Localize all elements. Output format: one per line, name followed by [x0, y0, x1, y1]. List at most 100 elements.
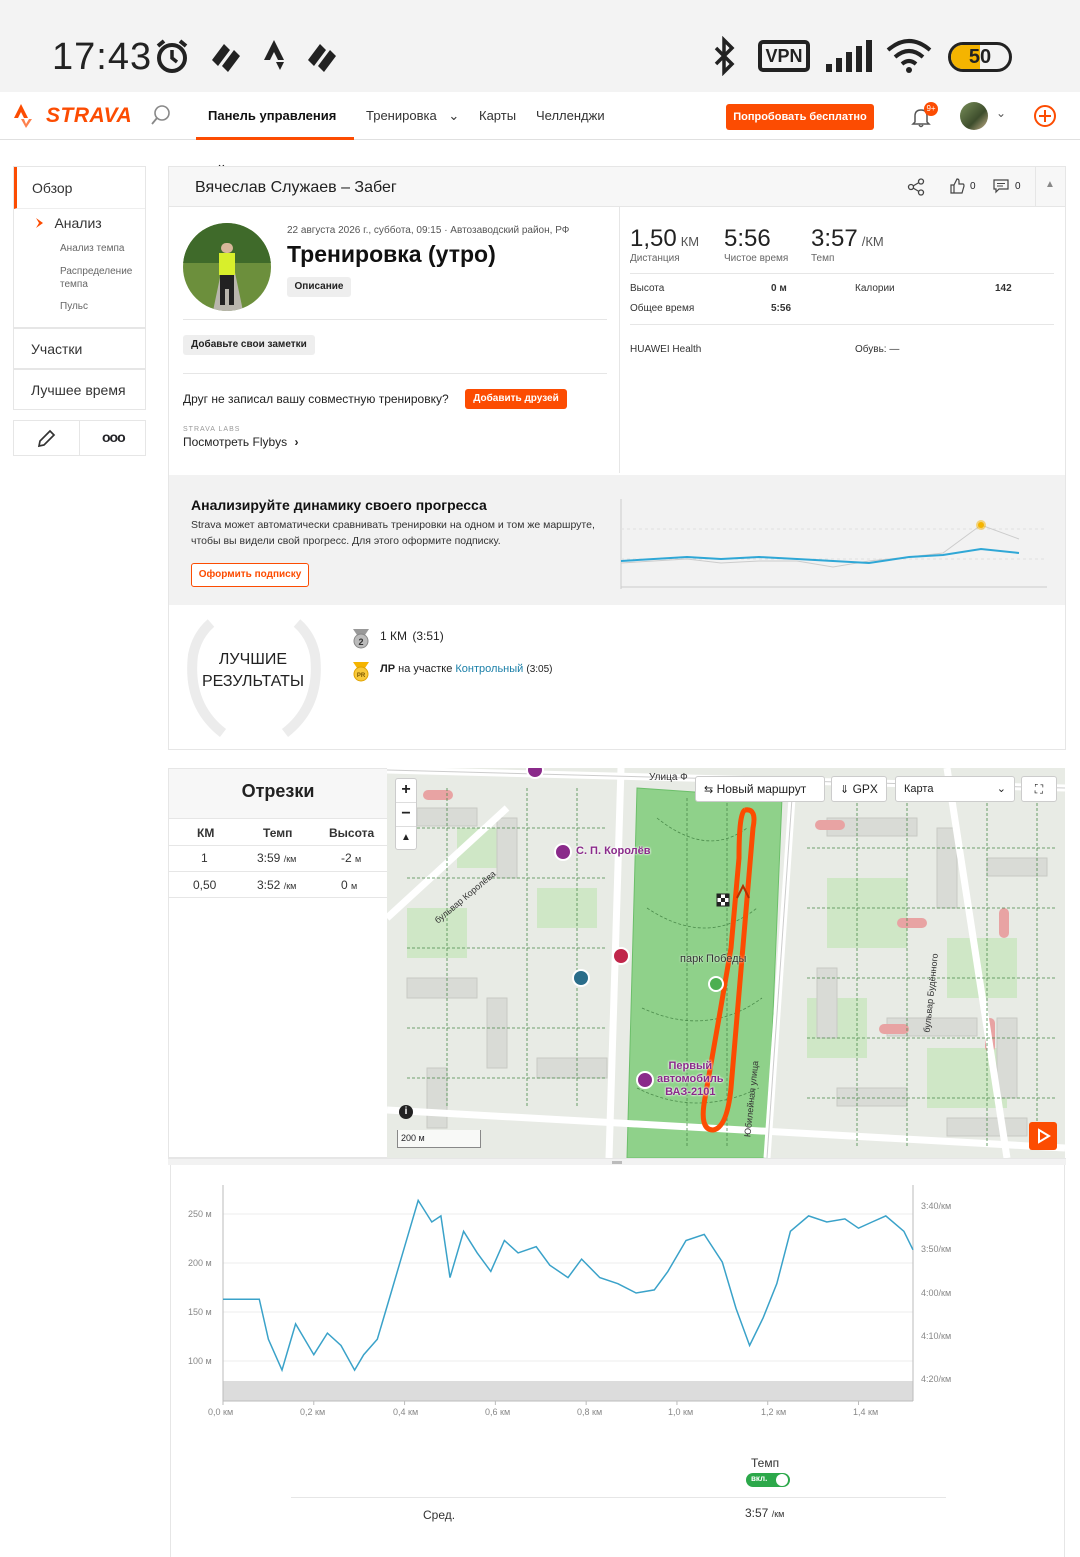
- add-plus-icon[interactable]: [1033, 104, 1057, 128]
- activity-header: Вячеслав Служаев – Забег 0 0 ▲: [169, 167, 1065, 207]
- promo-title: Анализируйте динамику своего прогресса: [191, 497, 487, 513]
- download-icon: ⇓: [840, 784, 850, 796]
- info-icon[interactable]: i: [399, 1105, 413, 1119]
- search-icon[interactable]: [150, 104, 172, 126]
- elapsed-time-value: 5:56: [771, 303, 792, 314]
- battery-indicator: 50: [948, 42, 1012, 72]
- kudos-thumb-icon[interactable]: [949, 178, 965, 194]
- more-options-icon[interactable]: ooo: [102, 429, 126, 445]
- nav-dashboard[interactable]: Панель управления ⌄: [196, 92, 354, 171]
- sidebar-item-analysis[interactable]: Анализ: [34, 215, 102, 233]
- strava-notification-icon: [264, 40, 284, 70]
- chevron-down-icon[interactable]: ⌄: [996, 106, 1006, 120]
- vpn-indicator: VPN: [758, 40, 810, 72]
- user-avatar[interactable]: [960, 102, 988, 130]
- average-pace-value: 3:57 /км: [745, 1506, 785, 1520]
- stat-moving-time: 5:56 Чистое время: [724, 225, 789, 264]
- subscribe-button[interactable]: Оформить подписку: [191, 563, 309, 587]
- status-bar: 17:43 VPN 50: [0, 0, 1080, 92]
- promo-text: Strava может автоматически сравнивать тр…: [191, 519, 595, 547]
- pace-toggle-switch[interactable]: вкл.: [746, 1473, 790, 1487]
- wifi-icon: [886, 39, 932, 73]
- comments-count: 0: [1015, 181, 1021, 192]
- sidebar-item-best-time[interactable]: Лучшее время: [13, 369, 146, 410]
- map-poi-korolev[interactable]: С. П. Королёв: [576, 845, 651, 857]
- map-poi-vaz[interactable]: Первый автомобиль ВАЗ-2101: [657, 1060, 724, 1099]
- description-button[interactable]: Описание: [287, 277, 351, 297]
- elevation-value: 0 м: [771, 283, 787, 294]
- comment-icon[interactable]: [993, 179, 1009, 194]
- shoes-info: Обувь: —: [855, 344, 900, 355]
- x-tick-06: 0,6 км: [485, 1407, 511, 1417]
- gpx-download-button[interactable]: ⇓ GPX: [831, 776, 887, 802]
- map-chart-divider[interactable]: [168, 1158, 1066, 1165]
- sidebar-item-pace-analysis[interactable]: Анализ темпа: [60, 243, 124, 254]
- y-right-tick-400: 4:00/км: [921, 1288, 952, 1298]
- add-notes-button[interactable]: Добавьте свои заметки: [183, 335, 315, 355]
- splits-header-pace: Темп: [263, 826, 293, 840]
- route-icon: ⇆: [704, 784, 714, 796]
- alarm-icon: [156, 39, 188, 73]
- elevation-label: Высота: [630, 283, 665, 294]
- flyover-play-button[interactable]: [1029, 1122, 1057, 1150]
- fullscreen-icon: ⛶: [1034, 782, 1044, 796]
- friend-prompt-text: Друг не записал вашу совместную трениров…: [183, 392, 449, 406]
- subscription-promo: Анализируйте динамику своего прогресса S…: [169, 475, 1065, 605]
- segment-link[interactable]: Контрольный: [455, 663, 523, 675]
- split-2-elev: 0 м: [341, 878, 358, 892]
- calories-label: Калории: [855, 283, 895, 294]
- chevron-down-icon: ⌄: [448, 108, 460, 123]
- flybys-link[interactable]: Посмотреть Flybys ›: [183, 435, 299, 449]
- sidebar-item-overview[interactable]: Обзор: [14, 167, 145, 209]
- splits-panel: Отрезки КМ Темп Высота 1 3:59 /км -2 м 0…: [168, 768, 387, 1158]
- zoom-in-button[interactable]: +: [396, 779, 416, 803]
- strava-logo[interactable]: STRAVA: [14, 102, 132, 130]
- new-route-button[interactable]: ⇆ Новый маршрут: [695, 776, 825, 802]
- map-layer-select[interactable]: Карта ⌄: [895, 776, 1015, 802]
- bluetooth-icon: [714, 36, 735, 76]
- zoom-out-button[interactable]: −: [396, 803, 416, 827]
- sidebar-nav: Обзор Анализ Анализ темпа Распределение …: [13, 166, 146, 328]
- best-result-pr: ЛР на участке Контрольный (3:05): [380, 663, 553, 675]
- try-free-button[interactable]: Попробовать бесплатно: [726, 104, 874, 130]
- compass-icon[interactable]: ▲: [396, 827, 416, 849]
- best-result-1km[interactable]: 1 КМ (3:51): [380, 629, 444, 643]
- route-map[interactable]: С. П. Королёв Первый автомобиль ВАЗ-2101 п…: [387, 768, 1065, 1158]
- y-right-tick-350: 3:50/км: [921, 1244, 952, 1254]
- medal-silver-icon: 2: [353, 629, 369, 649]
- share-icon[interactable]: [907, 178, 925, 196]
- nav-maps[interactable]: Карты: [479, 92, 516, 140]
- split-2-pace: 3:52 /км: [257, 878, 297, 892]
- best-results-title: ЛУЧШИЕ РЕЗУЛЬТАТЫ: [201, 651, 305, 690]
- elapsed-time-label: Общее время: [630, 303, 695, 314]
- device-name: HUAWEI Health: [630, 344, 702, 355]
- svg-text:2: 2: [358, 637, 363, 647]
- x-tick-04: 0,4 км: [393, 1407, 419, 1417]
- clock: 17:43: [52, 36, 153, 78]
- signal-icon: [826, 40, 872, 72]
- add-friends-button[interactable]: Добавить друзей: [465, 389, 567, 409]
- sidebar-item-pace-distribution[interactable]: Распределение темпа: [60, 265, 144, 291]
- y-left-tick-200: 200 м: [188, 1258, 212, 1268]
- sidebar-item-heartrate[interactable]: Пульс: [60, 301, 88, 312]
- strava-notification-icon: [212, 44, 240, 72]
- pr-gold-icon: PR: [353, 662, 369, 682]
- sidebar-actions: ooo: [13, 420, 146, 456]
- y-right-tick-340: 3:40/км: [921, 1201, 952, 1211]
- map-scale: 200 м: [397, 1130, 481, 1148]
- nav-challenges[interactable]: Челленджи: [536, 92, 605, 140]
- x-tick-08: 0,8 км: [577, 1407, 603, 1417]
- strava-labs-label: STRAVA LABS: [183, 426, 241, 433]
- elevation-pace-chart: 250 м 200 м 150 м 100 м 3:40/км 3:50/км …: [170, 1165, 1065, 1557]
- sidebar-item-segments[interactable]: Участки: [13, 328, 146, 369]
- stat-distance: 1,50 КМ Дистанция: [630, 225, 700, 264]
- collapse-up-icon[interactable]: ▲: [1045, 179, 1055, 190]
- pace-toggle-label: Темп: [751, 1456, 780, 1470]
- map-label-park: парк Победы: [680, 953, 747, 965]
- y-left-tick-100: 100 м: [188, 1356, 212, 1366]
- edit-pencil-icon[interactable]: [36, 429, 58, 449]
- athlete-avatar[interactable]: [183, 223, 271, 311]
- fullscreen-button[interactable]: ⛶: [1021, 776, 1057, 802]
- progress-preview-chart: [620, 499, 1047, 589]
- nav-training[interactable]: Тренировка ⌄: [366, 92, 459, 140]
